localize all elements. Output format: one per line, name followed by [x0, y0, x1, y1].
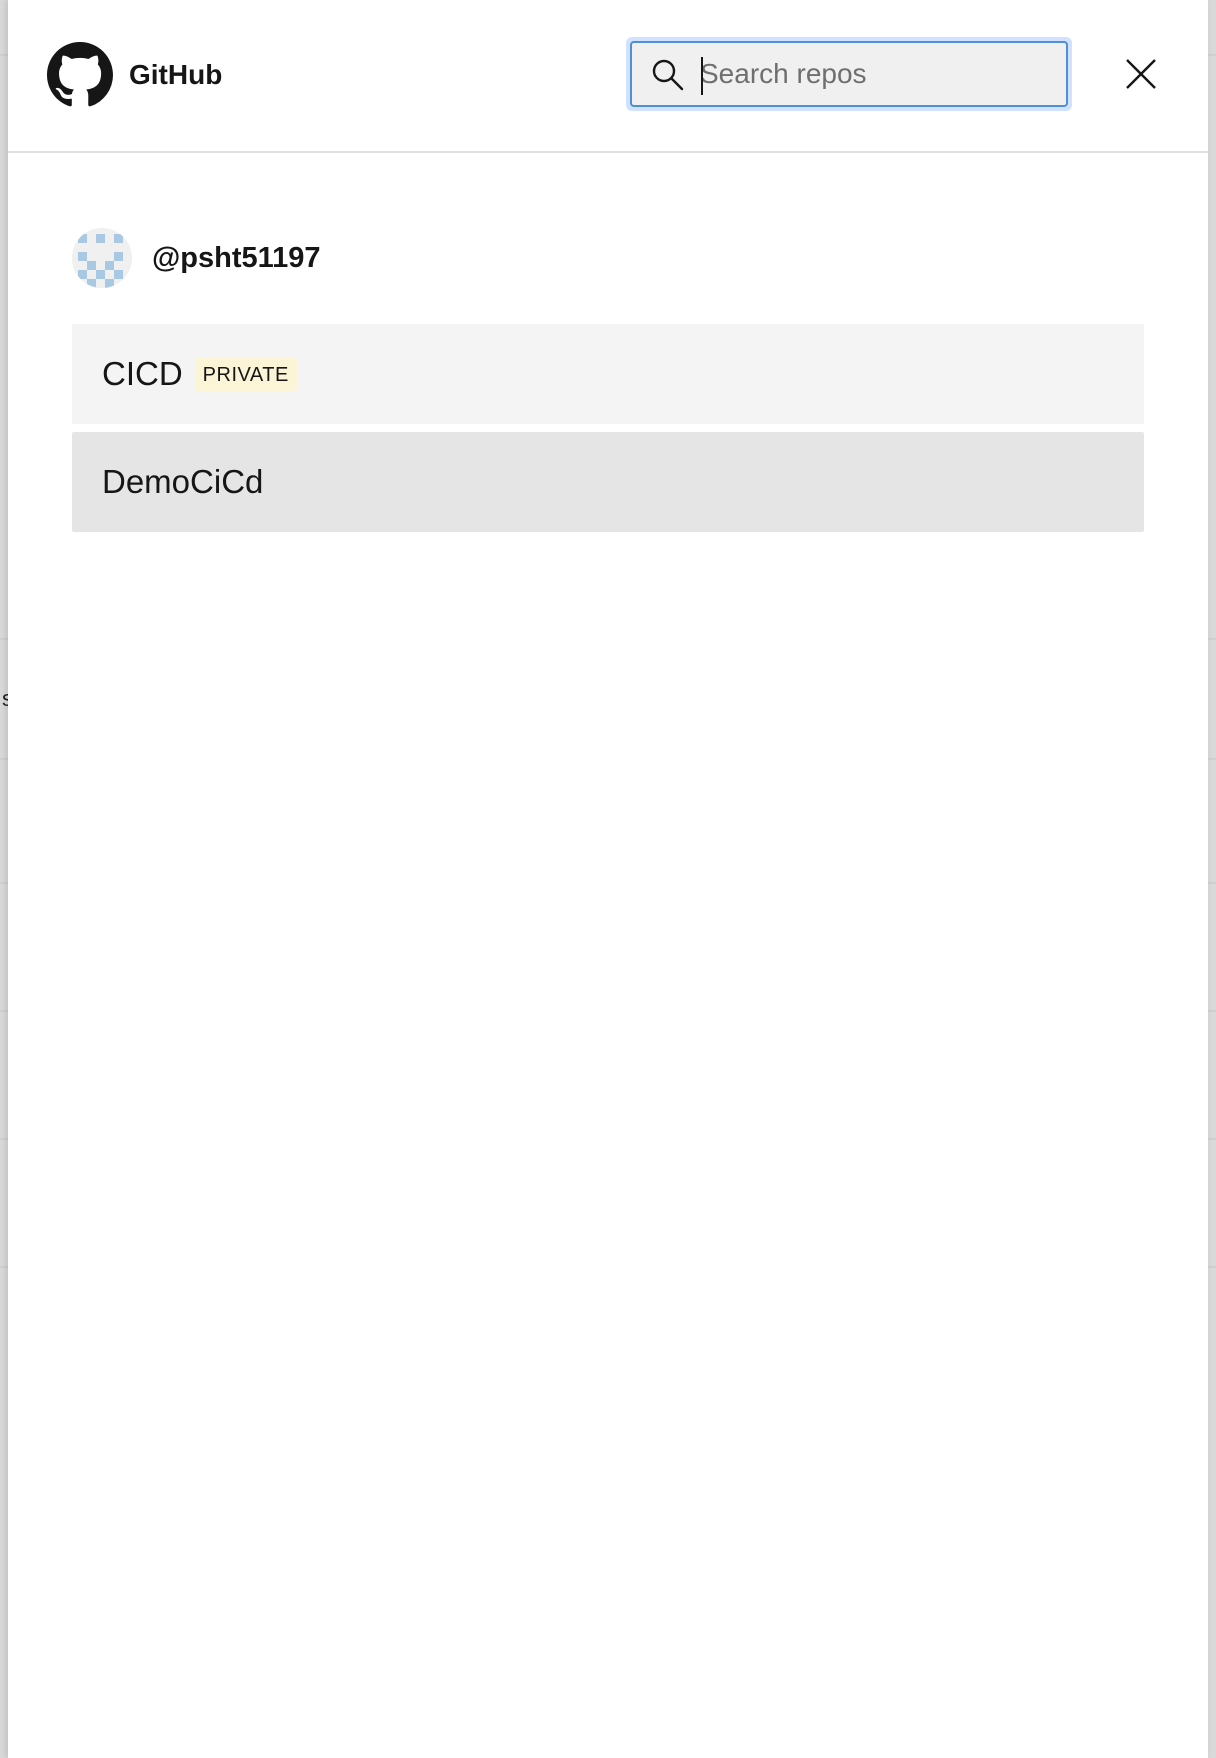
brand: GitHub	[47, 42, 222, 108]
github-icon	[47, 42, 113, 107]
search-focus-ring	[626, 37, 1072, 111]
repo-picker-panel: GitHub Search repos @psht51197 CICD PRIV…	[8, 0, 1208, 1758]
text-cursor	[701, 57, 703, 95]
identicon-avatar	[72, 228, 132, 288]
avatar	[72, 228, 132, 288]
repo-name: DemoCiCd	[102, 463, 264, 500]
repo-name: CICD	[102, 355, 183, 392]
account-username: @psht51197	[152, 241, 321, 274]
close-button[interactable]	[1114, 47, 1168, 101]
panel-header: GitHub	[8, 0, 1208, 153]
repo-list: CICD PRIVATE DemoCiCd	[72, 324, 1144, 532]
search-icon	[652, 59, 684, 91]
brand-name: GitHub	[129, 59, 223, 90]
private-badge: PRIVATE	[194, 357, 297, 391]
search-box[interactable]	[630, 41, 1068, 107]
search-input[interactable]	[700, 43, 1060, 105]
repo-list-item[interactable]: CICD PRIVATE	[72, 324, 1144, 424]
close-icon	[1126, 59, 1156, 89]
panel-content: @psht51197 CICD PRIVATE DemoCiCd	[72, 226, 1144, 540]
account-row: @psht51197	[72, 226, 1144, 290]
repo-list-item[interactable]: DemoCiCd	[72, 432, 1144, 532]
